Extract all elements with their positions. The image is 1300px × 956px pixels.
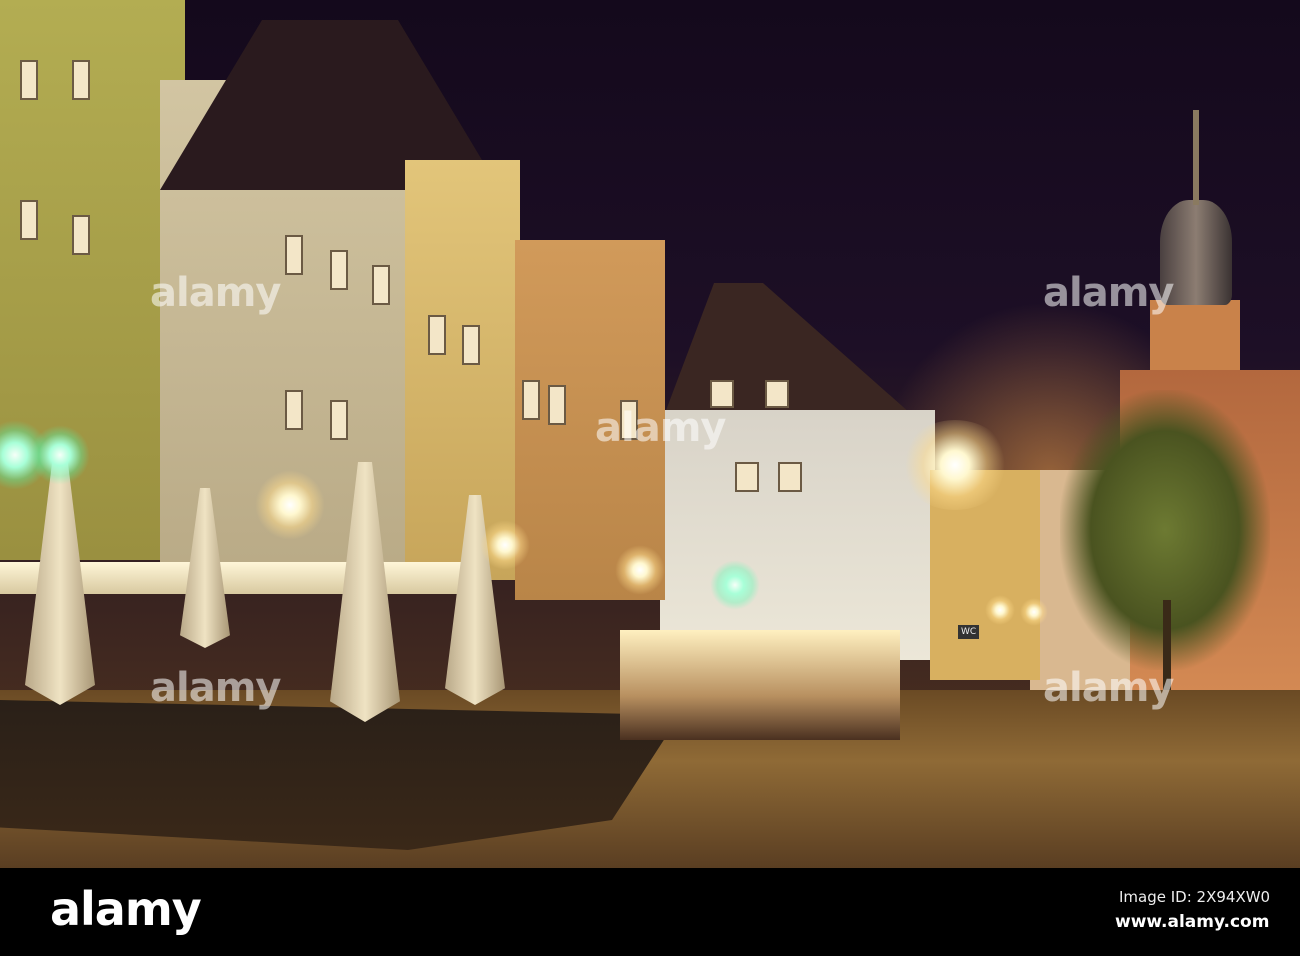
watermark: alamy [595,405,726,451]
window [285,235,303,275]
lit-terrace [620,630,900,740]
window [765,380,789,408]
watermark: alamy [1043,665,1174,711]
night-street-photo: WC alamy alamy alamy alamy alamy [0,0,1300,868]
alamy-logo: alamy [50,882,202,936]
wc-sign: WC [958,625,980,639]
window [778,462,802,492]
watermark: alamy [150,270,281,316]
window [20,60,38,100]
image-id: Image ID: 2X94XW0 [1119,888,1271,906]
window [522,380,540,420]
street-lamp [1020,598,1048,626]
street-lamp [255,470,325,540]
street-lamp [985,595,1015,625]
watermark: alamy [1043,270,1174,316]
window [72,215,90,255]
window [428,315,446,355]
website-link: www.alamy.com [1115,912,1270,932]
window [548,385,566,425]
window [735,462,759,492]
tower-spire [1193,110,1199,205]
stock-banner: alamy Image ID: 2X94XW0 www.alamy.com [0,868,1300,956]
street-lamp [710,560,760,610]
street-lamp [480,520,530,570]
watermark: alamy [150,665,281,711]
street-lamp [30,425,90,485]
street-lamp [615,545,665,595]
yellow-building [405,160,520,580]
window [330,400,348,440]
window [72,60,90,100]
window [330,250,348,290]
window [20,200,38,240]
window [285,390,303,430]
window [710,380,734,408]
street-lamp [900,420,1010,510]
window [462,325,480,365]
window [372,265,390,305]
